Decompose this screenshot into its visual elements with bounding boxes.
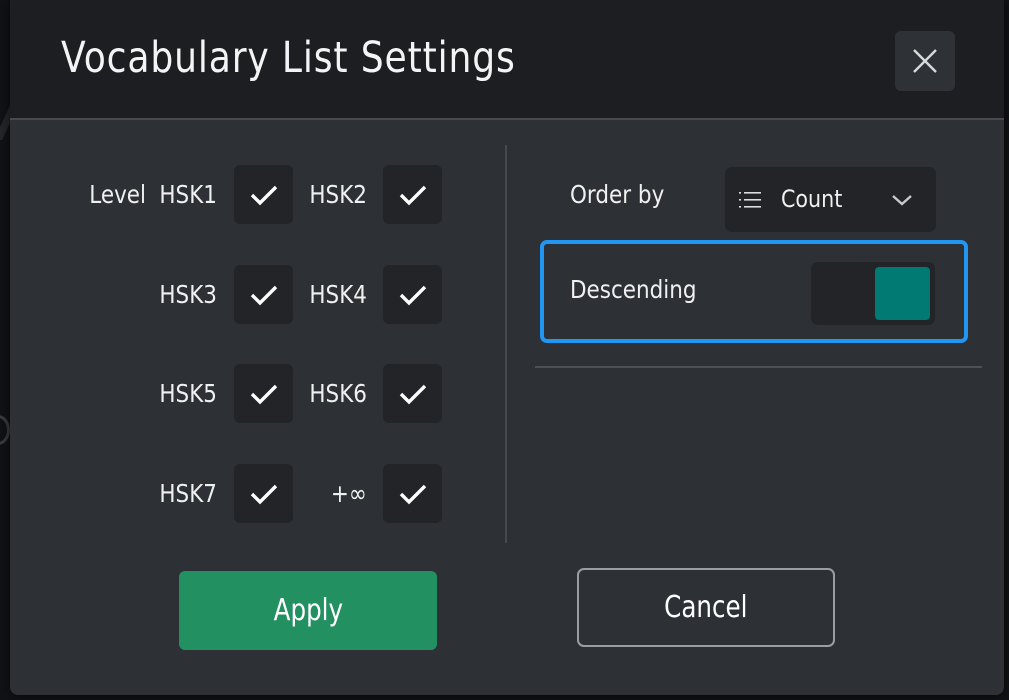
descending-toggle[interactable]: [811, 262, 935, 325]
hsk4-label: HSK4: [309, 280, 367, 309]
checkmark-icon: [250, 384, 277, 404]
checkmark-icon: [399, 185, 426, 205]
background-shape: [0, 415, 10, 445]
hsk2-label: HSK2: [309, 180, 367, 209]
level-label: Level: [89, 180, 146, 209]
hsk6-label: HSK6: [309, 379, 367, 408]
list-icon: [739, 192, 761, 208]
infinity-label: +∞: [331, 479, 367, 508]
dialog-header: Vocabulary List Settings: [10, 0, 1004, 120]
checkmark-icon: [250, 285, 277, 305]
apply-button-label: Apply: [273, 593, 343, 628]
hsk1-label: HSK1: [159, 180, 217, 209]
close-button[interactable]: [895, 31, 955, 91]
cancel-button[interactable]: Cancel: [577, 568, 835, 647]
chevron-down-icon: [892, 195, 912, 206]
checkmark-icon: [250, 185, 277, 205]
apply-button[interactable]: Apply: [179, 571, 437, 650]
hsk3-label: HSK3: [159, 280, 217, 309]
descending-label: Descending: [570, 275, 697, 304]
close-x-icon: [913, 49, 937, 73]
dialog-title: Vocabulary List Settings: [61, 33, 516, 83]
checkmark-icon: [250, 484, 277, 504]
hsk4-checkbox[interactable]: [383, 265, 442, 324]
section-divider: [535, 366, 982, 368]
column-divider: [505, 145, 507, 543]
hsk2-checkbox[interactable]: [383, 165, 442, 224]
infinity-checkbox[interactable]: [383, 464, 442, 523]
checkmark-icon: [399, 384, 426, 404]
order-by-label: Order by: [570, 180, 665, 209]
checkmark-icon: [399, 285, 426, 305]
hsk5-checkbox[interactable]: [234, 364, 293, 423]
hsk6-checkbox[interactable]: [383, 364, 442, 423]
hsk7-label: HSK7: [159, 479, 217, 508]
hsk7-checkbox[interactable]: [234, 464, 293, 523]
checkmark-icon: [399, 484, 426, 504]
vocabulary-settings-dialog: Vocabulary List Settings Level HSK1 HSK2…: [10, 0, 1004, 695]
order-by-dropdown[interactable]: Count: [725, 167, 936, 232]
order-by-value: Count: [781, 185, 843, 213]
hsk5-label: HSK5: [159, 379, 217, 408]
toggle-knob: [875, 267, 930, 320]
hsk3-checkbox[interactable]: [234, 265, 293, 324]
cancel-button-label: Cancel: [664, 590, 748, 625]
hsk1-checkbox[interactable]: [234, 165, 293, 224]
